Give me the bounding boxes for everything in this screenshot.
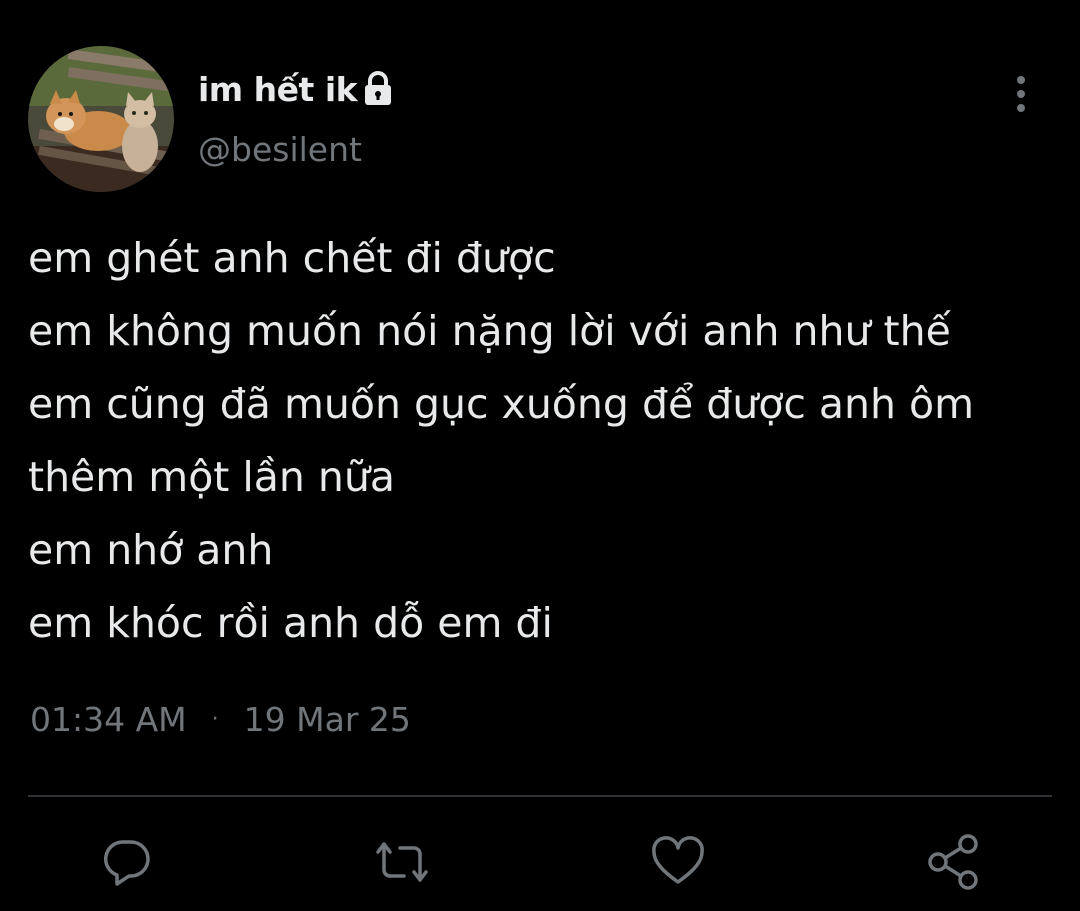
tweet-timestamp[interactable]: 01:34 AM · 19 Mar 25: [30, 700, 411, 739]
tweet-line: em ghét anh chết đi được: [28, 234, 556, 282]
like-button[interactable]: [646, 830, 710, 894]
reply-button[interactable]: [95, 830, 159, 894]
tweet-line: em cũng đã muốn gục xuống để được anh ôm: [28, 380, 975, 428]
meta-separator: ·: [211, 707, 219, 732]
avatar[interactable]: [28, 46, 174, 192]
tweet-text: em ghét anh chết đi được em không muốn n…: [28, 222, 1058, 660]
tweet-line: em khóc rồi anh dỗ em đi: [28, 599, 553, 647]
display-name-text: im hết ik: [198, 69, 358, 109]
reply-icon: [103, 840, 150, 886]
vertical-ellipsis-icon[interactable]: [1006, 74, 1036, 114]
retweet-button[interactable]: [370, 830, 434, 894]
heart-icon: [652, 836, 704, 884]
display-name[interactable]: im hết ik: [198, 64, 396, 114]
user-handle[interactable]: @besilent: [198, 130, 362, 169]
tweet-date: 19 Mar 25: [243, 700, 411, 739]
divider: [28, 795, 1052, 797]
avatar-shiba-and-cat-icon: [28, 46, 174, 192]
tweet-time: 01:34 AM: [30, 700, 187, 739]
share-button[interactable]: [922, 830, 986, 894]
tweet-line: thêm một lần nữa: [28, 453, 396, 501]
tweet-line: em không muốn nói nặng lời với anh như t…: [28, 307, 951, 355]
lock-icon: [360, 70, 396, 108]
retweet-icon: [376, 842, 428, 882]
tweet-line: em nhớ anh: [28, 526, 274, 574]
share-icon: [928, 834, 978, 890]
